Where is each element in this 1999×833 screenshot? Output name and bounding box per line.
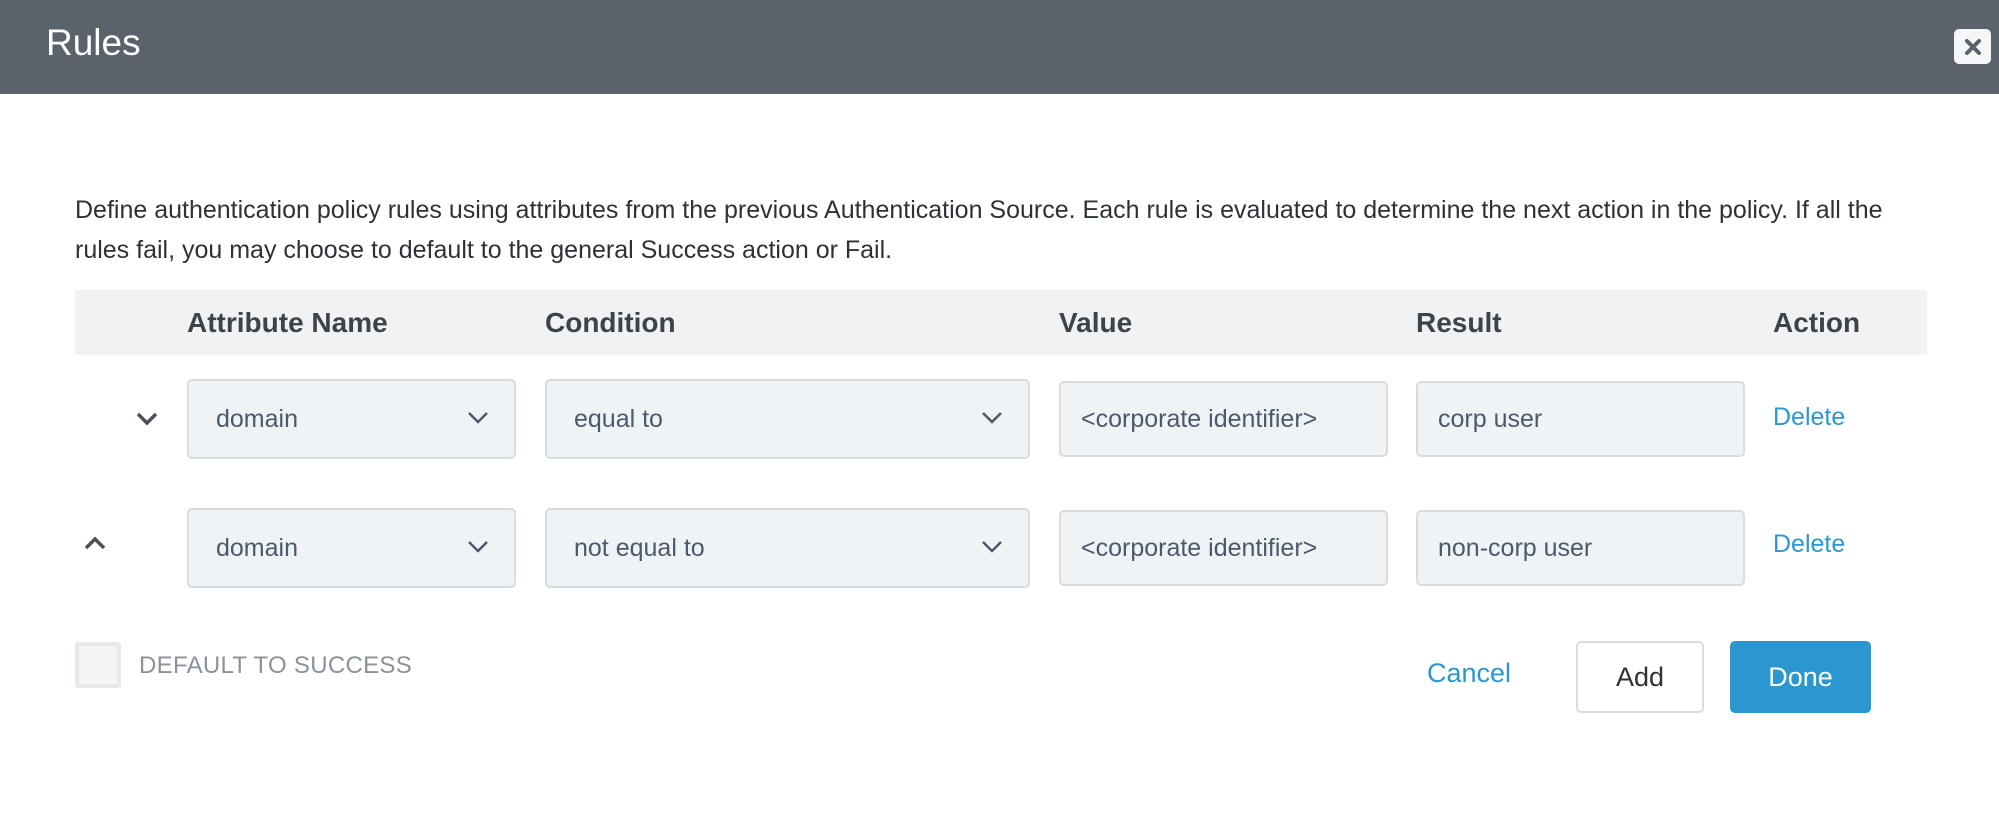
value-input[interactable]: <corporate identifier>	[1059, 381, 1388, 457]
collapse-toggle[interactable]	[132, 404, 162, 434]
attribute-select[interactable]: domain	[187, 508, 516, 588]
add-button[interactable]: Add	[1576, 641, 1704, 713]
result-input[interactable]: non-corp user	[1416, 510, 1745, 586]
header-condition: Condition	[545, 307, 676, 338]
expand-toggle[interactable]	[80, 528, 110, 558]
value-input[interactable]: <corporate identifier>	[1059, 510, 1388, 586]
header-result: Result	[1416, 307, 1502, 338]
condition-select[interactable]: not equal to	[545, 508, 1030, 588]
attribute-value: domain	[216, 533, 298, 562]
table-row: domain not equal to <corporate identifie…	[0, 508, 1999, 588]
result-input[interactable]: corp user	[1416, 381, 1745, 457]
chevron-down-icon	[982, 412, 1002, 424]
condition-select[interactable]: equal to	[545, 379, 1030, 459]
header-attribute-name: Attribute Name	[187, 307, 388, 338]
default-to-success-checkbox[interactable]	[75, 642, 121, 688]
dialog-title: Rules	[46, 22, 141, 63]
condition-value: not equal to	[574, 533, 705, 562]
chevron-down-icon	[982, 541, 1002, 553]
attribute-select[interactable]: domain	[187, 379, 516, 459]
dialog-header: Rules	[0, 0, 1999, 94]
condition-value: equal to	[574, 404, 663, 433]
description-text: Define authentication policy rules using…	[75, 196, 1883, 264]
default-to-success-label: DEFAULT TO SUCCESS	[139, 652, 413, 679]
done-button[interactable]: Done	[1730, 641, 1871, 713]
delete-link[interactable]: Delete	[1773, 530, 1845, 559]
cancel-button[interactable]: Cancel	[1427, 658, 1511, 689]
chevron-up-icon	[84, 536, 106, 550]
table-header: Attribute Name Condition Value Result Ac…	[75, 290, 1927, 355]
chevron-down-icon	[136, 412, 158, 426]
close-button[interactable]	[1954, 29, 1991, 64]
header-action: Action	[1773, 307, 1861, 338]
delete-link[interactable]: Delete	[1773, 403, 1845, 432]
attribute-value: domain	[216, 404, 298, 433]
header-value: Value	[1059, 307, 1133, 338]
chevron-down-icon	[468, 541, 488, 553]
chevron-down-icon	[468, 412, 488, 424]
close-icon	[1964, 38, 1981, 55]
table-row: domain equal to <corporate identifier> c…	[0, 379, 1999, 459]
